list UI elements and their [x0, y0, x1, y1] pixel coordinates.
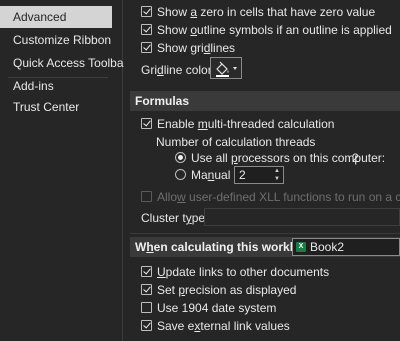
multithreaded-label: Enable multi-threaded calculation — [157, 117, 335, 131]
use-1904-label: Use 1904 date system — [157, 301, 277, 315]
cluster-type-label: Cluster type: — [141, 211, 209, 225]
sidebar-item-label: Advanced — [13, 10, 67, 24]
update-links-label: Update links to other documents — [157, 265, 330, 279]
paint-bucket-icon — [216, 61, 237, 77]
workbook-name: Book2 — [310, 240, 345, 254]
options-main-panel: Show a zero in cells that have zero valu… — [124, 0, 400, 341]
sidebar-item-trust-center[interactable]: Trust Center — [0, 96, 112, 118]
multithreaded-checkbox[interactable] — [141, 118, 152, 129]
sidebar-item-label: Quick Access Toolbar — [13, 56, 128, 70]
show-outline-checkbox[interactable] — [141, 24, 152, 35]
manual-threads-radio[interactable] — [175, 169, 186, 180]
manual-threads-value: 2 — [239, 168, 246, 182]
options-sidebar: Advanced Customize Ribbon Quick Access T… — [0, 0, 128, 341]
set-precision-checkbox[interactable] — [141, 284, 152, 295]
save-external-label: Save external link values — [157, 319, 290, 333]
cluster-type-input — [204, 208, 400, 226]
formulas-section-header: Formulas — [130, 91, 400, 111]
update-links-checkbox[interactable] — [141, 266, 152, 277]
manual-threads-label: Manual — [191, 168, 231, 182]
sidebar-item-customize-ribbon[interactable]: Customize Ribbon — [0, 29, 112, 51]
allow-xll-checkbox — [141, 191, 152, 202]
show-gridlines-label: Show gridlines — [157, 41, 236, 55]
manual-threads-spinner[interactable]: 2 ▲ ▼ — [234, 166, 284, 184]
sidebar-item-add-ins[interactable]: Add-ins — [0, 75, 112, 97]
processor-count-value: 2 — [352, 151, 359, 165]
spinner-arrows-icon[interactable]: ▲ ▼ — [271, 167, 283, 183]
sidebar-item-advanced[interactable]: Advanced — [0, 6, 112, 28]
sidebar-item-label: Customize Ribbon — [13, 33, 112, 47]
show-gridlines-checkbox[interactable] — [141, 42, 152, 53]
sidebar-item-label: Add-ins — [13, 79, 54, 93]
sidebar-item-quick-access-toolbar[interactable]: Quick Access Toolbar — [0, 52, 128, 74]
allow-xll-label: Allow user-defined XLL functions to run … — [157, 190, 400, 204]
show-zero-label: Show a zero in cells that have zero valu… — [157, 5, 376, 19]
set-precision-label: Set precision as displayed — [157, 283, 297, 297]
show-zero-checkbox[interactable] — [141, 6, 152, 17]
workbook-select[interactable]: X Book2 — [292, 238, 400, 256]
save-external-checkbox[interactable] — [141, 320, 152, 331]
sidebar-item-label: Trust Center — [13, 100, 80, 114]
excel-icon: X — [296, 242, 306, 252]
use-all-processors-radio[interactable] — [175, 152, 186, 163]
use-1904-checkbox[interactable] — [141, 302, 152, 313]
gridline-color-label: Gridline color — [141, 63, 212, 77]
section-divider — [130, 233, 400, 234]
show-outline-label: Show outline symbols if an outline is ap… — [157, 23, 392, 37]
excel-options-window: Advanced Customize Ribbon Quick Access T… — [0, 0, 400, 341]
gridline-color-picker[interactable] — [210, 57, 242, 79]
